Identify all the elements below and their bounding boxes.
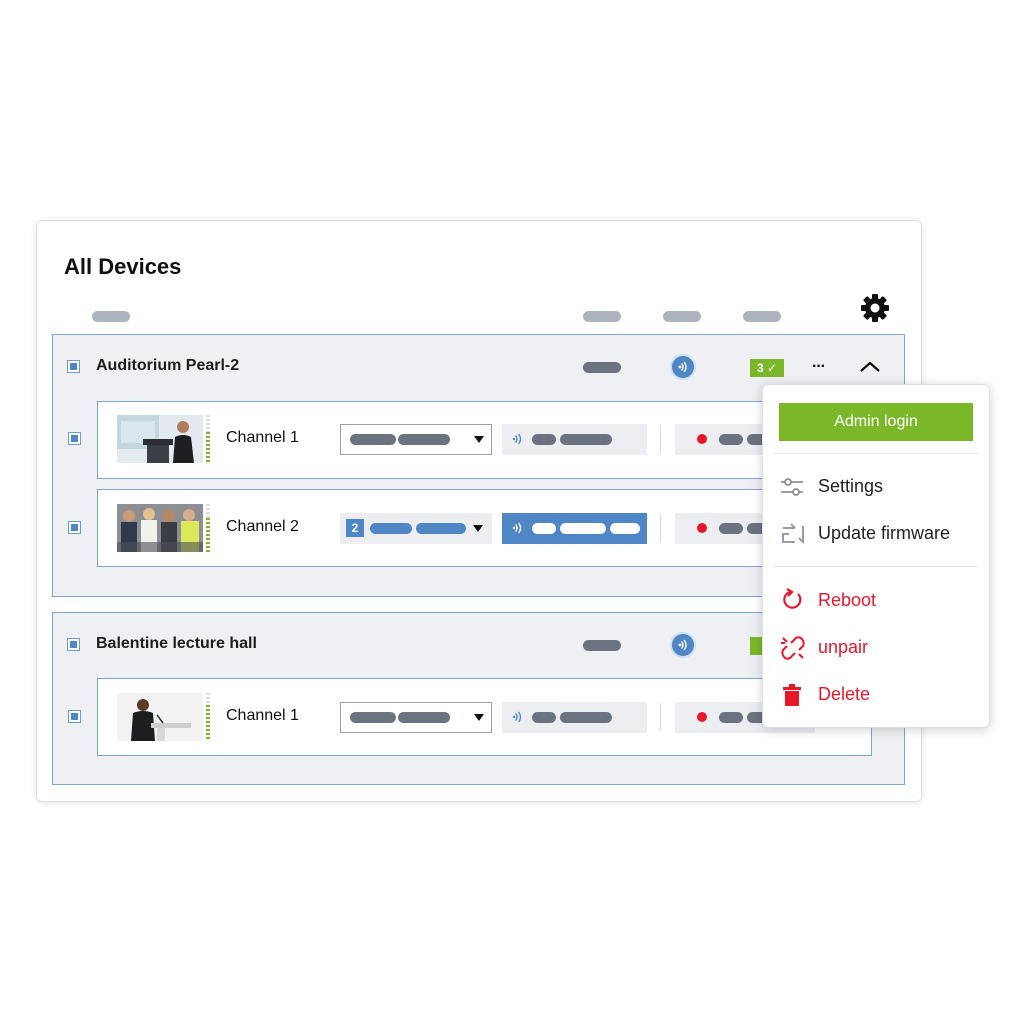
menu-item-reboot[interactable]: Reboot <box>818 590 876 611</box>
device-status-pill <box>583 362 621 373</box>
audio-pill <box>532 712 556 723</box>
device-name: Auditorium Pearl-2 <box>96 357 240 374</box>
broadcast-icon[interactable] <box>670 354 696 380</box>
update-arrows-icon <box>779 522 807 546</box>
unpair-icon <box>779 634 807 662</box>
divider <box>660 425 661 453</box>
dropdown-arrow-icon <box>473 432 485 444</box>
audio-level-fill <box>206 518 210 552</box>
trash-icon <box>779 682 807 708</box>
select-value-pill <box>350 434 396 445</box>
dropdown-arrow-icon <box>472 521 484 533</box>
more-icon[interactable]: ··· <box>812 358 826 376</box>
channel-count-badge: 3 ✓ <box>750 359 784 377</box>
source-select[interactable] <box>340 424 492 455</box>
column-header-3[interactable] <box>743 311 781 322</box>
admin-login-button[interactable]: Admin login <box>779 403 973 441</box>
column-header-2[interactable] <box>663 311 701 322</box>
channel-thumbnail[interactable] <box>117 504 203 552</box>
select-value-pill <box>370 523 412 534</box>
audio-pill <box>532 523 556 534</box>
select-value-pill <box>398 434 450 445</box>
source-number-badge: 2 <box>346 519 364 537</box>
menu-item-settings[interactable]: Settings <box>818 476 883 497</box>
column-header-name[interactable] <box>92 311 130 322</box>
device-checkbox[interactable] <box>67 638 80 651</box>
chevron-up-icon[interactable] <box>858 358 882 376</box>
audio-status[interactable] <box>502 702 647 733</box>
audio-status[interactable] <box>502 424 647 455</box>
select-value-pill <box>398 712 450 723</box>
record-dot-icon <box>697 712 707 722</box>
divider <box>660 514 661 542</box>
reboot-icon <box>779 587 807 613</box>
record-dot-icon <box>697 523 707 533</box>
audio-level-fill <box>206 432 210 463</box>
menu-divider <box>773 453 979 454</box>
audio-level-fill <box>206 705 210 741</box>
broadcast-icon <box>511 432 525 446</box>
channel-name: Channel 1 <box>226 429 299 446</box>
audio-pill <box>560 712 612 723</box>
menu-item-unpair[interactable]: unpair <box>818 637 868 658</box>
channel-checkbox[interactable] <box>68 432 81 445</box>
dropdown-arrow-icon <box>473 710 485 722</box>
audio-pill <box>532 434 556 445</box>
device-context-menu: Admin login Settings Update firmware Reb… <box>762 384 990 728</box>
record-pill <box>719 712 743 723</box>
check-icon: ✓ <box>766 361 778 375</box>
gear-icon[interactable] <box>859 292 891 324</box>
broadcast-icon <box>511 710 525 724</box>
channel-checkbox[interactable] <box>68 521 81 534</box>
channel-thumbnail[interactable] <box>117 693 203 741</box>
badge-count: 3 <box>756 361 764 375</box>
record-dot-icon <box>697 434 707 444</box>
source-select[interactable]: 2 <box>340 513 492 544</box>
channel-name: Channel 1 <box>226 707 299 724</box>
menu-item-update-firmware[interactable]: Update firmware <box>818 523 950 544</box>
broadcast-icon <box>511 521 525 535</box>
source-select[interactable] <box>340 702 492 733</box>
record-pill <box>719 523 743 534</box>
audio-pill <box>560 523 606 534</box>
channel-checkbox[interactable] <box>68 710 81 723</box>
audio-pill <box>610 523 640 534</box>
channel-name: Channel 2 <box>226 518 299 535</box>
menu-divider <box>773 566 979 567</box>
page-title: All Devices <box>64 254 182 279</box>
audio-status-active[interactable] <box>502 513 647 544</box>
device-status-pill <box>583 640 621 651</box>
channel-thumbnail[interactable] <box>117 415 203 463</box>
broadcast-icon[interactable] <box>670 632 696 658</box>
column-header-1[interactable] <box>583 311 621 322</box>
audio-pill <box>560 434 612 445</box>
select-value-pill <box>350 712 396 723</box>
device-checkbox[interactable] <box>67 360 80 373</box>
divider <box>660 703 661 731</box>
menu-item-delete[interactable]: Delete <box>818 684 870 705</box>
device-name: Balentine lecture hall <box>96 635 257 652</box>
select-value-pill <box>416 523 466 534</box>
settings-sliders-icon <box>779 475 807 499</box>
record-pill <box>719 434 743 445</box>
